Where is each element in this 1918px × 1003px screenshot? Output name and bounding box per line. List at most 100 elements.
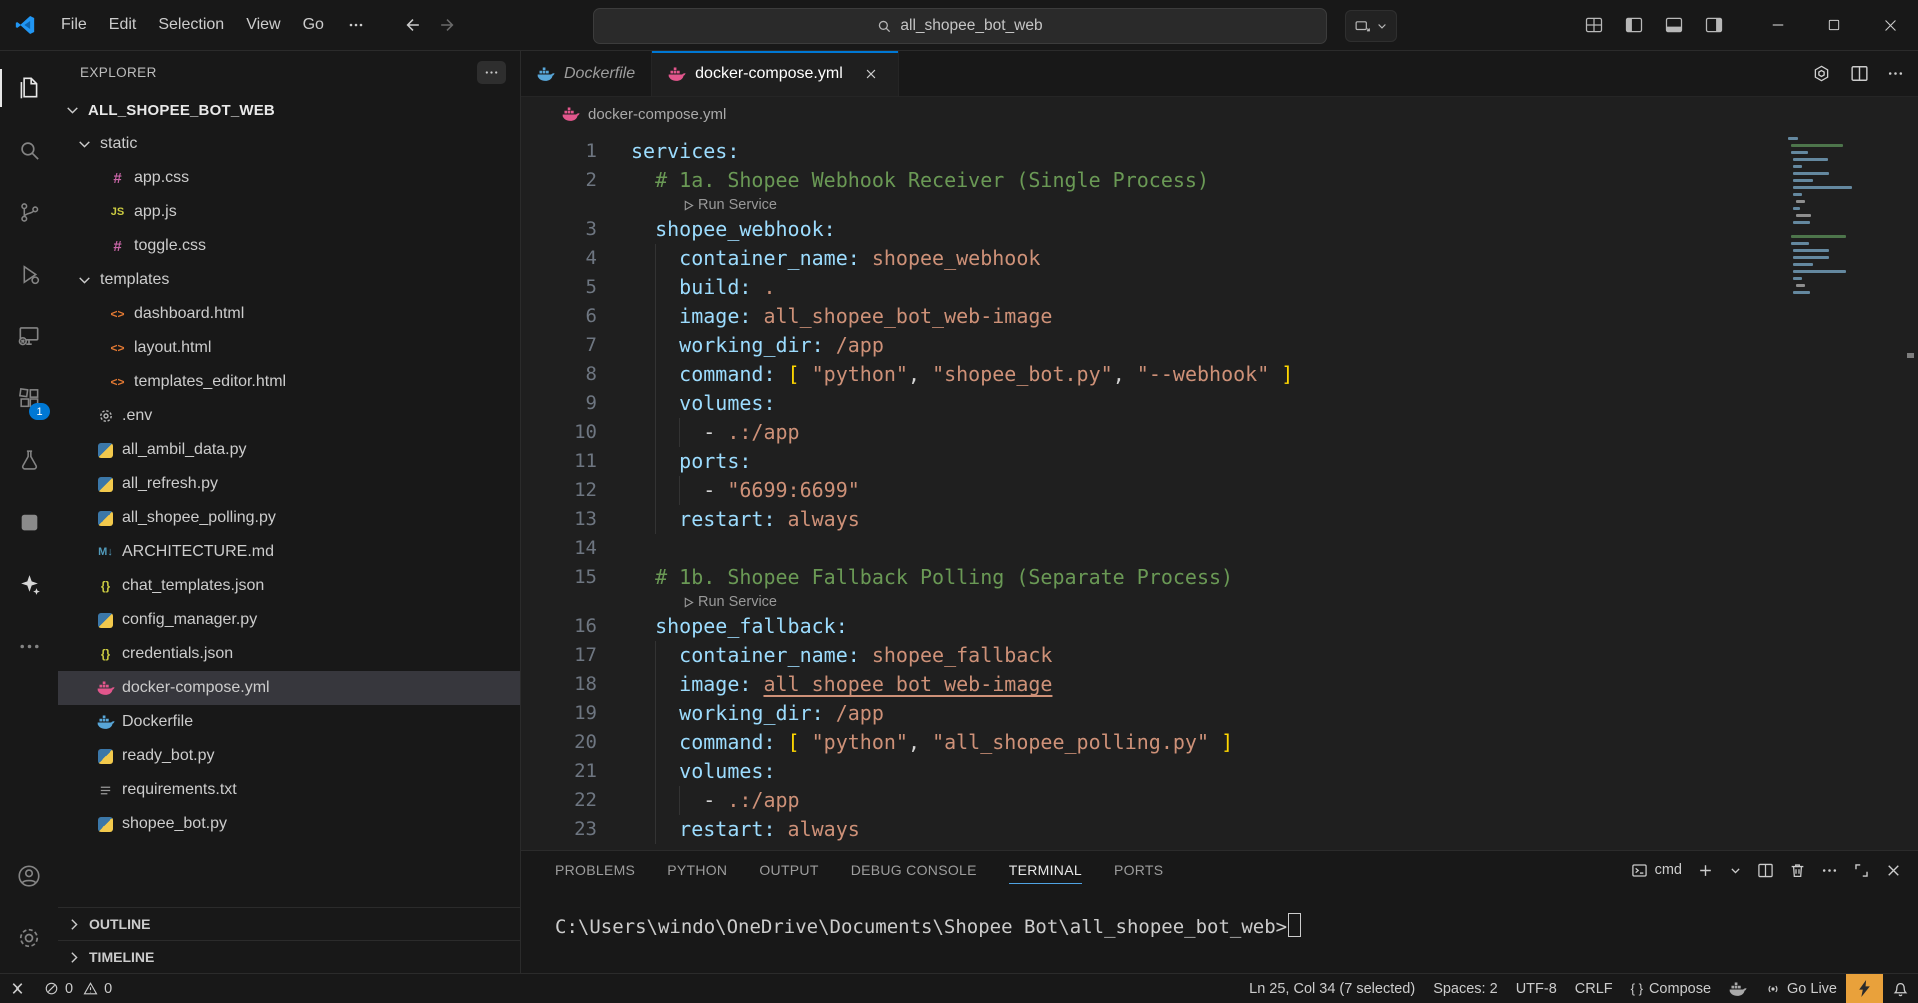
search-activity-button[interactable] <box>0 119 58 181</box>
tree-item-shopee-bot-py[interactable]: shopee_bot.py <box>58 807 520 841</box>
extensions-activity-button[interactable]: 1 <box>0 367 58 429</box>
tree-item-docker-compose-yml[interactable]: docker-compose.yml <box>58 671 520 705</box>
tree-item-config-manager-py[interactable]: config_manager.py <box>58 603 520 637</box>
status-thunder-client[interactable] <box>1846 974 1883 1003</box>
run-icon <box>683 200 694 211</box>
tree-item-app-css[interactable]: #app.css <box>58 161 520 195</box>
notifications-icon <box>1892 980 1909 997</box>
panel-tab-python[interactable]: PYTHON <box>667 851 727 889</box>
explorer-activity-button[interactable] <box>0 57 58 119</box>
command-center-extra-dropdown[interactable] <box>1345 10 1397 42</box>
split-terminal-button[interactable] <box>1757 862 1774 879</box>
terminal-shell-chip[interactable]: cmd <box>1631 862 1682 879</box>
tree-item-all-ambil-data-py[interactable]: all_ambil_data.py <box>58 433 520 467</box>
copilot-sparkle-activity-button[interactable] <box>0 553 58 615</box>
code-line: 9 volumes: <box>521 389 1918 418</box>
status-problems[interactable]: 00 <box>35 974 121 1003</box>
kill-terminal-button[interactable] <box>1789 862 1806 879</box>
tree-item-chat-templates-json[interactable]: {}chat_templates.json <box>58 569 520 603</box>
tree-item-all-refresh-py[interactable]: all_refresh.py <box>58 467 520 501</box>
status-language-mode[interactable]: { }Compose <box>1622 974 1720 1003</box>
tree-item-requirements-txt[interactable]: requirements.txt <box>58 773 520 807</box>
split-editor-button[interactable] <box>1850 64 1869 83</box>
tree-item-toggle-css[interactable]: #toggle.css <box>58 229 520 263</box>
run-debug-activity-button[interactable] <box>0 243 58 305</box>
tree-item-all-shopee-polling-py[interactable]: all_shopee_polling.py <box>58 501 520 535</box>
toggle-panel-button[interactable] <box>1664 15 1684 35</box>
close-panel-button[interactable] <box>1885 862 1902 879</box>
status-remote-indicator[interactable] <box>0 974 35 1003</box>
code-line: 19 working_dir: /app <box>521 699 1918 728</box>
tree-folder-templates[interactable]: templates <box>58 263 520 297</box>
more-views-activity-button[interactable] <box>0 615 58 677</box>
search-box[interactable]: all_shopee_bot_web <box>593 8 1327 44</box>
panel-tab-output[interactable]: OUTPUT <box>759 851 818 889</box>
maximize-panel-button[interactable] <box>1853 862 1870 879</box>
testing-activity-button[interactable] <box>0 429 58 491</box>
forward-button[interactable] <box>437 15 457 35</box>
editor-more-actions-button[interactable] <box>1887 65 1904 82</box>
tree-item-templates-editor-html[interactable]: <>templates_editor.html <box>58 365 520 399</box>
menu-view[interactable]: View <box>235 11 291 39</box>
section-outline[interactable]: OUTLINE <box>58 907 520 940</box>
minimap[interactable] <box>1788 137 1900 298</box>
tree-item-dashboard-html[interactable]: <>dashboard.html <box>58 297 520 331</box>
python-file-icon <box>96 749 115 764</box>
accounts-activity-button[interactable] <box>0 845 58 907</box>
code-line: 22 - .:/app <box>521 786 1918 815</box>
minimize-button[interactable] <box>1750 0 1806 50</box>
overview-ruler[interactable] <box>1904 131 1918 850</box>
codelens-run-service[interactable]: Run Service <box>521 592 1918 612</box>
settings-gear-activity-button[interactable] <box>0 907 58 969</box>
maximize-button[interactable] <box>1806 0 1862 50</box>
tree-item-ready-bot-py[interactable]: ready_bot.py <box>58 739 520 773</box>
status-encoding[interactable]: UTF-8 <box>1507 974 1566 1003</box>
menu-go[interactable]: Go <box>292 11 335 39</box>
chatgpt-icon[interactable] <box>1811 63 1832 84</box>
menu-edit[interactable]: Edit <box>98 11 148 39</box>
tree-item-layout-html[interactable]: <>layout.html <box>58 331 520 365</box>
new-terminal-button[interactable] <box>1697 862 1714 879</box>
tree-item-dockerfile[interactable]: Dockerfile <box>58 705 520 739</box>
tab-dockerfile[interactable]: Dockerfile <box>521 51 652 96</box>
tab-docker-compose-yml[interactable]: docker-compose.yml <box>652 51 899 96</box>
menu-selection[interactable]: Selection <box>147 11 235 39</box>
tree-folder-static[interactable]: static <box>58 127 520 161</box>
tree-item-app-js[interactable]: JSapp.js <box>58 195 520 229</box>
menu-overflow-button[interactable] <box>339 12 373 38</box>
chevron-down-icon <box>76 136 93 153</box>
status-eol[interactable]: CRLF <box>1566 974 1622 1003</box>
status-notifications[interactable] <box>1883 974 1918 1003</box>
section-timeline[interactable]: TIMELINE <box>58 940 520 973</box>
panel-tab-debug-console[interactable]: DEBUG CONSOLE <box>851 851 977 889</box>
panel-more-actions-button[interactable] <box>1821 862 1838 879</box>
tree-item-credentials-json[interactable]: {}credentials.json <box>58 637 520 671</box>
source-control-activity-button[interactable] <box>0 181 58 243</box>
back-button[interactable] <box>403 15 423 35</box>
status-cursor-position[interactable]: Ln 25, Col 34 (7 selected) <box>1240 974 1424 1003</box>
custom-extension-icon <box>17 510 42 535</box>
tree-root-all-shopee-bot-web[interactable]: ALL_SHOPEE_BOT_WEB <box>58 93 520 127</box>
status-indentation[interactable]: Spaces: 2 <box>1424 974 1507 1003</box>
panel-tab-terminal[interactable]: TERMINAL <box>1009 851 1082 889</box>
terminal[interactable]: C:\Users\windo\OneDrive\Documents\Shopee… <box>521 889 1918 973</box>
menu-file[interactable]: File <box>50 11 98 39</box>
remote-explorer-activity-button[interactable] <box>0 305 58 367</box>
breadcrumb[interactable]: docker-compose.yml <box>521 97 1918 131</box>
toggle-primary-sidebar-button[interactable] <box>1624 15 1644 35</box>
panel-tab-problems[interactable]: PROBLEMS <box>555 851 635 889</box>
panel-tab-ports[interactable]: PORTS <box>1114 851 1163 889</box>
editor[interactable]: 1services:2 # 1a. Shopee Webhook Receive… <box>521 131 1918 850</box>
customize-layout-button[interactable] <box>1584 15 1604 35</box>
status-docker-status[interactable] <box>1720 974 1756 1003</box>
custom-extension-activity-button[interactable] <box>0 491 58 553</box>
toggle-secondary-sidebar-button[interactable] <box>1704 15 1724 35</box>
tree-item-architecture-md[interactable]: M↓ARCHITECTURE.md <box>58 535 520 569</box>
close-window-button[interactable] <box>1862 0 1918 50</box>
status-go-live[interactable]: Go Live <box>1756 974 1846 1003</box>
close-tab-button[interactable] <box>860 63 882 85</box>
terminal-launch-dropdown[interactable] <box>1729 864 1742 877</box>
tree-item-env[interactable]: .env <box>58 399 520 433</box>
codelens-run-service[interactable]: Run Service <box>521 195 1918 215</box>
explorer-more-actions-button[interactable] <box>477 61 506 84</box>
